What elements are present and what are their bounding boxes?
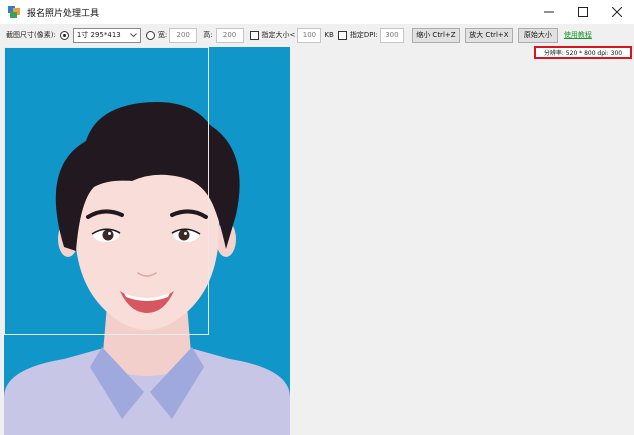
preset-size-select[interactable]: 1寸 295*413 — [72, 27, 141, 43]
size-limit-checkbox[interactable] — [249, 30, 259, 40]
crop-size-label: 截图尺寸(像素): — [6, 31, 56, 39]
dpi-checkbox[interactable] — [337, 30, 347, 40]
original-size-button[interactable]: 原始大小 — [517, 27, 558, 43]
enlarge-button[interactable]: 放大 Ctrl+X — [464, 27, 513, 43]
shrink-button[interactable]: 缩小 Ctrl+Z — [411, 27, 460, 43]
preset-size-radio[interactable] — [59, 30, 69, 40]
close-icon[interactable] — [600, 0, 634, 24]
width-input[interactable]: 200 — [169, 27, 198, 43]
resolution-status: 分辨率: 520 * 800 dpi: 300 — [534, 46, 632, 59]
minimize-icon[interactable] — [532, 0, 566, 24]
height-label: 高: — [203, 31, 213, 39]
custom-size-radio[interactable] — [145, 30, 155, 40]
toolbar: 截图尺寸(像素): 1寸 295*413 宽: 200 高: 200 指定大小<… — [0, 24, 634, 46]
help-link[interactable]: 使用教程 — [564, 30, 592, 40]
dpi-input[interactable]: 300 — [379, 27, 404, 43]
size-unit-label: KB — [324, 31, 334, 39]
height-input[interactable]: 200 — [215, 27, 244, 43]
width-label: 宽: — [157, 31, 168, 39]
chevron-down-icon — [129, 32, 137, 37]
preset-size-value: 1寸 295*413 — [76, 31, 121, 39]
crop-selection-box[interactable] — [4, 47, 209, 335]
title-bar: 报名照片处理工具 — [0, 0, 634, 24]
window-title: 报名照片处理工具 — [27, 8, 100, 19]
app-logo-icon — [8, 6, 20, 18]
maximize-icon[interactable] — [566, 0, 600, 24]
size-limit-input[interactable]: 100 — [297, 27, 322, 43]
size-limit-label: 指定大小< — [261, 31, 296, 39]
dpi-label: 指定DPI: — [349, 31, 378, 39]
window-controls — [532, 0, 634, 24]
